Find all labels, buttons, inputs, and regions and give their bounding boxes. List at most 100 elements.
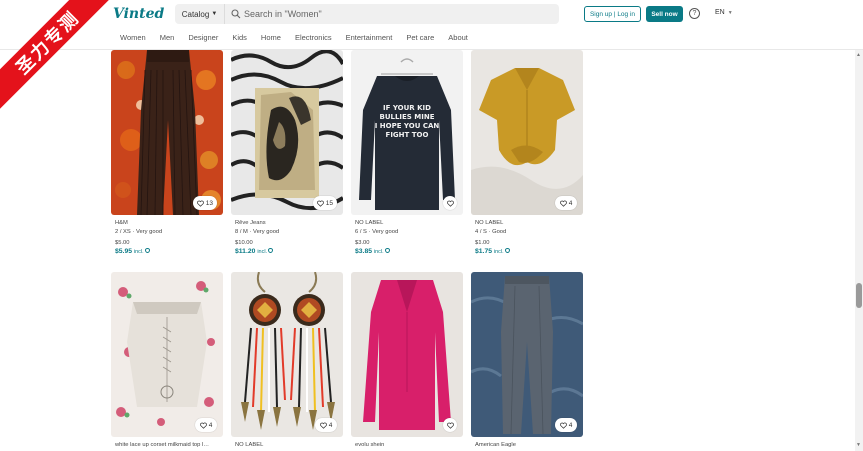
language-selector[interactable]: EN ▼ xyxy=(715,9,733,16)
chevron-down-icon: ▼ xyxy=(727,9,733,16)
buyer-protection-icon xyxy=(504,248,510,254)
nav-item-women[interactable]: Women xyxy=(120,33,146,42)
item-meta: NO LABEL 6 / S · Very good $3.00 $3.85 i… xyxy=(355,219,463,256)
item-details: 4 / S · Good xyxy=(475,228,507,235)
vinted-logo[interactable]: Vinted xyxy=(113,6,164,22)
item-price-incl[interactable]: $1.75 incl. xyxy=(475,248,583,257)
favorite-button[interactable]: 15 xyxy=(312,196,337,210)
item-photo[interactable] xyxy=(351,272,463,437)
favorite-count: 15 xyxy=(325,199,333,207)
scroll-up-icon[interactable]: ▲ xyxy=(856,52,861,58)
language-label: EN xyxy=(715,9,725,16)
favorite-button[interactable] xyxy=(443,196,457,210)
nav-item-designer[interactable]: Designer xyxy=(188,33,218,42)
item-brand: Rêve Jeans xyxy=(235,220,266,226)
item-photo[interactable]: 4 xyxy=(231,272,343,437)
heart-icon xyxy=(446,422,454,429)
favorite-button[interactable]: 4 xyxy=(555,418,577,432)
favorite-button[interactable]: 13 xyxy=(192,196,217,210)
item-meta: American Eagle xyxy=(475,441,583,450)
incl-label: incl. xyxy=(373,248,384,255)
favorite-button[interactable]: 4 xyxy=(555,196,577,210)
incl-label: incl. xyxy=(257,248,268,255)
item-brand: NO LABEL xyxy=(475,220,504,226)
svg-text:IF YOUR KID: IF YOUR KID xyxy=(383,104,431,112)
nav-item-entertainment[interactable]: Entertainment xyxy=(346,33,393,42)
item-price-incl[interactable]: $5.95 incl. xyxy=(115,248,223,257)
scrollbar-thumb[interactable] xyxy=(856,283,862,308)
buyer-protection-icon xyxy=(268,248,274,254)
item-meta: Rêve Jeans 8 / M · Very good $10.00 $11.… xyxy=(235,219,343,256)
heart-icon xyxy=(196,200,204,207)
heart-icon xyxy=(559,200,567,207)
help-icon[interactable]: ? xyxy=(689,8,700,19)
favorite-count: 13 xyxy=(205,199,213,207)
buyer-protection-icon xyxy=(144,248,150,254)
item-meta: NO LABEL 4 / S · Good $1.00 $1.75 incl. xyxy=(475,219,583,256)
item-photo[interactable]: IF YOUR KID BULLIES MINE I HOPE YOU CAN FI… xyxy=(351,50,463,215)
item-price-incl-value: $11.20 xyxy=(235,247,256,255)
incl-label: incl. xyxy=(493,248,504,255)
svg-text:I HOPE YOU CAN: I HOPE YOU CAN xyxy=(375,122,440,130)
heart-icon xyxy=(199,422,207,429)
item-price-incl[interactable]: $11.20 incl. xyxy=(235,248,343,257)
heart-icon xyxy=(559,422,567,429)
item-photo[interactable]: 4 xyxy=(471,272,583,437)
search-input[interactable] xyxy=(244,4,544,24)
svg-text:BULLIES MINE: BULLIES MINE xyxy=(379,113,434,121)
catalog-dropdown[interactable]: Catalog ▼ xyxy=(175,4,225,24)
favorite-count: 4 xyxy=(568,199,573,207)
search-icon xyxy=(231,9,241,19)
incl-label: incl. xyxy=(133,248,144,255)
favorite-count: 4 xyxy=(208,421,213,429)
item-meta: evolu shein xyxy=(355,441,463,450)
item-price-incl-value: $3.85 xyxy=(355,247,373,255)
item-photo[interactable]: 15 xyxy=(231,50,343,215)
item-details: 8 / M · Very good xyxy=(235,228,280,235)
sell-now-button[interactable]: Sell now xyxy=(646,6,683,22)
item-meta: white lace up corset milkmaid top l… xyxy=(115,441,223,450)
item-brand: NO LABEL xyxy=(235,442,264,448)
category-nav: Women Men Designer Kids Home Electronics… xyxy=(120,33,482,42)
scrollbar-track[interactable] xyxy=(855,50,863,451)
signup-login-button[interactable]: Sign up | Log in xyxy=(584,6,641,22)
item-details: 2 / XS · Very good xyxy=(115,228,163,235)
heart-icon xyxy=(446,200,454,207)
item-meta: H&M 2 / XS · Very good $5.00 $5.95 incl. xyxy=(115,219,223,256)
top-header: Vinted Catalog ▼ Sign up | Log in Sell n… xyxy=(0,0,863,50)
favorite-button[interactable] xyxy=(443,418,457,432)
nav-item-about[interactable]: About xyxy=(448,33,468,42)
item-price-incl-value: $1.75 xyxy=(475,247,493,255)
nav-item-kids[interactable]: Kids xyxy=(232,33,247,42)
favorite-button[interactable]: 4 xyxy=(195,418,217,432)
item-details: 6 / S · Very good xyxy=(355,228,399,235)
item-price: $3.00 xyxy=(355,240,370,246)
svg-text:FIGHT TOO: FIGHT TOO xyxy=(386,131,429,139)
item-photo[interactable]: 4 xyxy=(111,272,223,437)
item-price: $10.00 xyxy=(235,240,253,246)
nav-item-electronics[interactable]: Electronics xyxy=(295,33,332,42)
heart-icon xyxy=(316,200,324,207)
item-meta: NO LABEL xyxy=(235,441,343,450)
search-bar: Catalog ▼ xyxy=(175,4,559,24)
item-brand: white lace up corset milkmaid top l… xyxy=(115,442,210,448)
item-brand: H&M xyxy=(115,220,128,226)
item-brand: NO LABEL xyxy=(355,220,384,226)
catalog-label: Catalog xyxy=(181,9,210,19)
item-photo[interactable]: 13 xyxy=(111,50,223,215)
scroll-down-icon[interactable]: ▼ xyxy=(856,442,861,448)
nav-item-home[interactable]: Home xyxy=(261,33,281,42)
nav-item-men[interactable]: Men xyxy=(160,33,175,42)
favorite-count: 4 xyxy=(568,421,573,429)
favorite-count: 4 xyxy=(328,421,333,429)
item-price: $1.00 xyxy=(475,240,490,246)
favorite-button[interactable]: 4 xyxy=(315,418,337,432)
nav-item-pet-care[interactable]: Pet care xyxy=(406,33,434,42)
chevron-down-icon: ▼ xyxy=(211,11,218,17)
item-price-incl[interactable]: $3.85 incl. xyxy=(355,248,463,257)
item-brand: American Eagle xyxy=(475,442,516,448)
item-price-incl-value: $5.95 xyxy=(115,247,133,255)
item-photo[interactable]: 4 xyxy=(471,50,583,215)
item-price: $5.00 xyxy=(115,240,130,246)
buyer-protection-icon xyxy=(384,248,390,254)
